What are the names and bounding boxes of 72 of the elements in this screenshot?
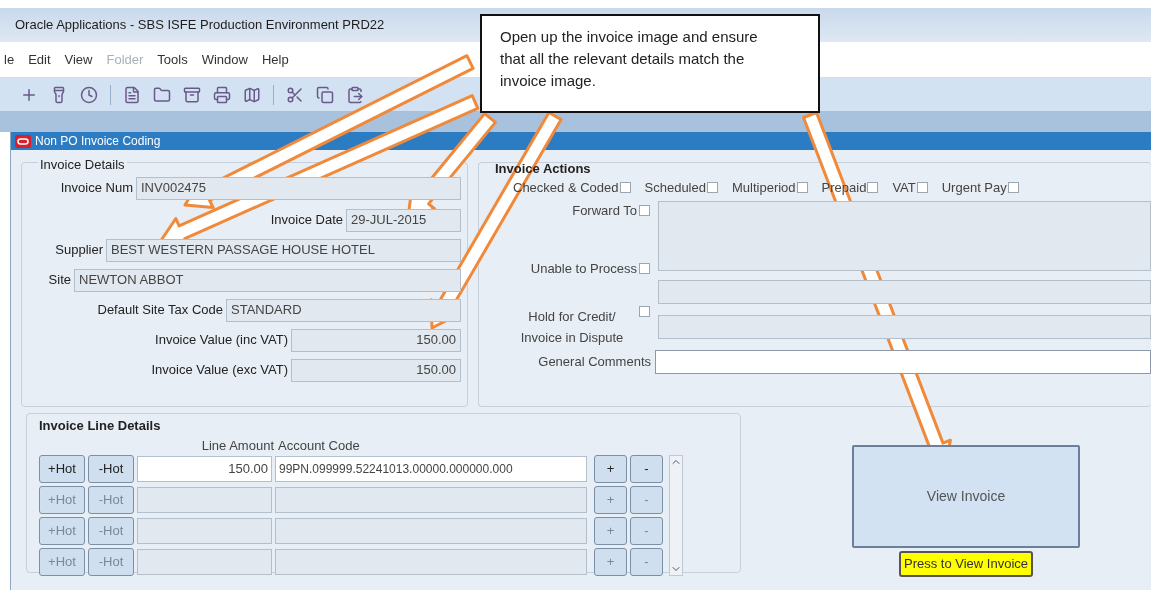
- menu-item[interactable]: Tools: [157, 49, 188, 70]
- window-title: Oracle Applications - SBS ISFE Production Environment PRD22: [15, 16, 385, 35]
- checkbox[interactable]: [619, 181, 631, 193]
- checkbox[interactable]: [639, 262, 650, 274]
- input-field[interactable]: 150.00: [291, 328, 461, 352]
- checkbox[interactable]: [796, 181, 808, 193]
- view-invoice-button[interactable]: View Invoice: [852, 445, 1080, 548]
- account-code-field[interactable]: [275, 487, 587, 513]
- remove-line-button[interactable]: -: [630, 455, 663, 483]
- copy-icon[interactable]: [316, 85, 334, 104]
- account-code-field[interactable]: [275, 549, 587, 575]
- input-field[interactable]: 150.00: [291, 358, 461, 382]
- section-heading: Invoice Line Details: [39, 417, 162, 435]
- archive-icon[interactable]: [183, 85, 201, 104]
- amount-field[interactable]: 150.00: [137, 456, 272, 482]
- checkbox-label: Hold for Credit/ Invoice in Dispute: [519, 308, 625, 347]
- input-field[interactable]: BEST WESTERN PASSAGE HOUSE HOTEL: [106, 238, 461, 262]
- document-icon[interactable]: [123, 85, 141, 104]
- scrollbar[interactable]: [669, 455, 683, 576]
- forward-to-field[interactable]: [658, 201, 1151, 271]
- comments-field[interactable]: [655, 350, 1151, 374]
- paste-icon[interactable]: [346, 85, 364, 104]
- checkbox-label: Scheduled: [644, 178, 706, 197]
- remove-hot-button[interactable]: -Hot: [88, 455, 134, 483]
- form-title: Non PO Invoice Coding: [35, 133, 161, 150]
- checkbox-label: Urgent Pay: [941, 178, 1007, 197]
- amount-field[interactable]: [137, 518, 272, 544]
- menu-item[interactable]: Help: [261, 49, 289, 70]
- account-code-field[interactable]: 99PN.099999.52241013.00000.000000.000: [275, 456, 587, 482]
- column-header: Account Code: [277, 436, 360, 455]
- map-icon[interactable]: [243, 85, 261, 104]
- field-label: Invoice Num: [60, 179, 133, 198]
- account-code-field[interactable]: [275, 518, 587, 544]
- checkbox-label: Unable to Process: [530, 259, 637, 278]
- field-label: Invoice Date: [270, 211, 343, 230]
- menu-item[interactable]: le: [4, 49, 15, 70]
- amount-field[interactable]: [137, 487, 272, 513]
- menu-item[interactable]: Window: [201, 49, 248, 70]
- checkbox[interactable]: [916, 181, 928, 193]
- input-field[interactable]: STANDARD: [226, 298, 461, 322]
- callout-text: Open up the invoice image and ensure that all the relevant details match the invoice image.: [500, 27, 759, 91]
- oracle-logo-icon: [15, 134, 31, 148]
- checkbox-label: VAT: [892, 178, 916, 197]
- clock-icon[interactable]: [80, 85, 98, 104]
- input-field[interactable]: NEWTON ABBOT: [74, 268, 461, 292]
- add-line-button[interactable]: +: [594, 455, 627, 483]
- input-field[interactable]: 29-JUL-2015: [346, 208, 461, 232]
- input-field[interactable]: INV002475: [136, 176, 461, 200]
- checkbox-label: Forward To: [572, 202, 637, 220]
- field-label: Supplier: [55, 241, 103, 260]
- tooltip: Press to View Invoice: [898, 551, 1033, 577]
- amount-field[interactable]: [137, 549, 272, 575]
- cut-icon[interactable]: [286, 85, 304, 104]
- column-header: Line Amount: [200, 436, 275, 455]
- field-label: Invoice Value (inc VAT): [155, 331, 288, 350]
- field-label: Invoice Value (exc VAT): [151, 361, 288, 380]
- field-label: Site: [48, 271, 71, 290]
- checkbox-label: Multiperiod: [731, 178, 796, 197]
- field-label: General Comments: [537, 353, 651, 372]
- checkbox[interactable]: [1007, 181, 1019, 193]
- folder-icon[interactable]: [153, 85, 171, 104]
- checkbox[interactable]: [639, 306, 650, 317]
- printer-icon[interactable]: [213, 85, 231, 104]
- field-label: Default Site Tax Code: [97, 301, 223, 320]
- checkbox[interactable]: [706, 181, 718, 193]
- menu-item[interactable]: Edit: [28, 49, 51, 70]
- checkbox[interactable]: [867, 181, 879, 193]
- add-hot-button[interactable]: +Hot: [39, 455, 85, 483]
- input-field[interactable]: [658, 315, 1151, 339]
- menu-item[interactable]: View: [64, 49, 93, 70]
- checkbox[interactable]: [639, 205, 650, 217]
- input-field[interactable]: [658, 280, 1151, 304]
